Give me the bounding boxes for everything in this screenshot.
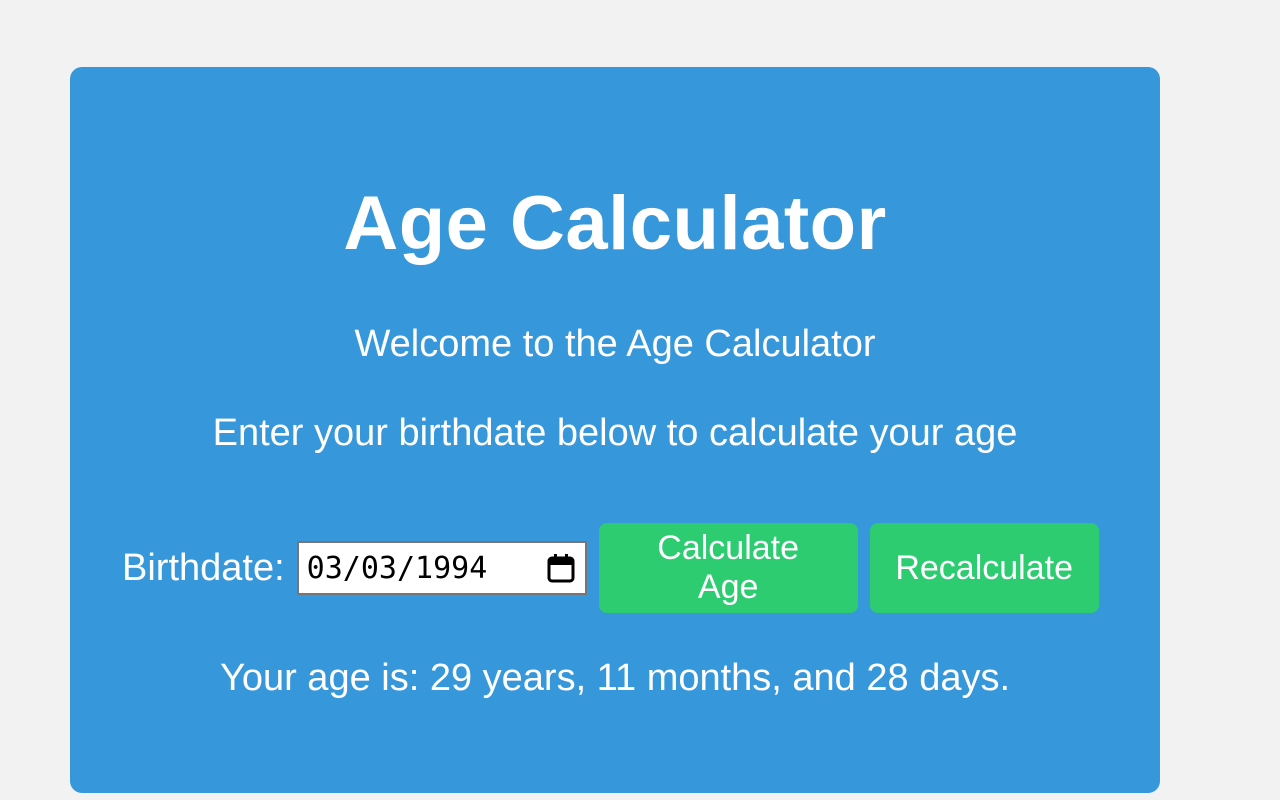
calendar-icon[interactable]	[547, 553, 575, 583]
birthdate-form: Birthdate: 03/03/1994 Calculate Age Reca…	[122, 523, 1099, 613]
calculator-card: Age Calculator Welcome to the Age Calcul…	[70, 67, 1160, 793]
calculate-age-button[interactable]: Calculate Age	[598, 523, 858, 613]
welcome-text: Welcome to the Age Calculator	[354, 323, 876, 365]
page-title: Age Calculator	[343, 181, 887, 266]
age-result: Your age is: 29 years, 11 months, and 28…	[219, 657, 1011, 699]
recalculate-button[interactable]: Recalculate	[869, 523, 1099, 613]
instructions-text: Enter your birthdate below to calculate …	[212, 412, 1018, 454]
birthdate-label: Birthdate:	[122, 547, 285, 589]
birthdate-input[interactable]: 03/03/1994	[296, 541, 587, 595]
birthdate-value: 03/03/1994	[306, 550, 488, 586]
